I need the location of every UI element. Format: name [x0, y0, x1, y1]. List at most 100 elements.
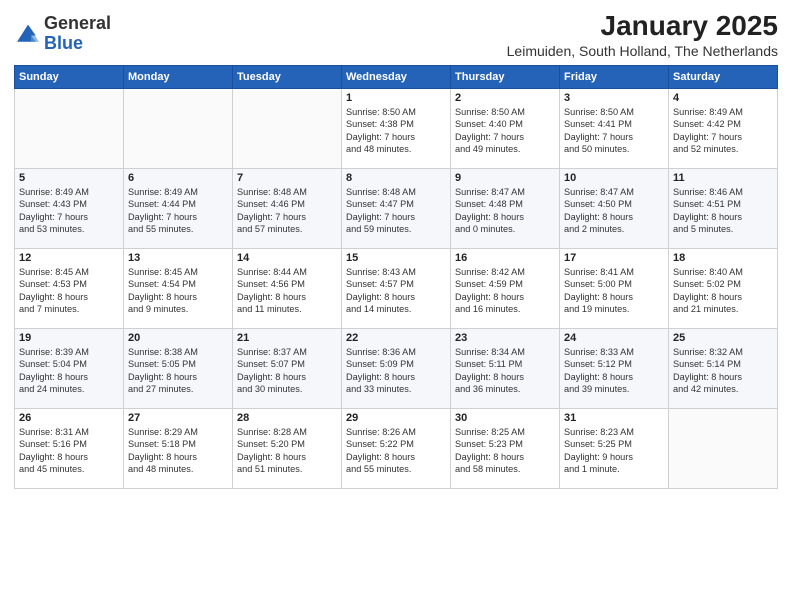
calendar-cell — [233, 89, 342, 169]
day-info: Sunrise: 8:49 AM Sunset: 4:43 PM Dayligh… — [19, 186, 119, 236]
day-number: 11 — [673, 172, 773, 184]
calendar-cell: 22 Sunrise: 8:36 AM Sunset: 5:09 PM Dayli… — [342, 329, 451, 409]
day-info: Sunrise: 8:48 AM Sunset: 4:47 PM Dayligh… — [346, 186, 446, 236]
day-info: Sunrise: 8:29 AM Sunset: 5:18 PM Dayligh… — [128, 426, 228, 476]
calendar-cell — [124, 89, 233, 169]
day-info: Sunrise: 8:50 AM Sunset: 4:40 PM Dayligh… — [455, 106, 555, 156]
day-number: 12 — [19, 252, 119, 264]
day-number: 15 — [346, 252, 446, 264]
calendar-cell: 19 Sunrise: 8:39 AM Sunset: 5:04 PM Dayli… — [15, 329, 124, 409]
calendar-cell: 14Sunrise: 8:44 AM Sunset: 4:56 PM Dayli… — [233, 249, 342, 329]
calendar-cell: 23 Sunrise: 8:34 AM Sunset: 5:11 PM Dayli… — [451, 329, 560, 409]
day-number: 7 — [237, 172, 337, 184]
day-number: 10 — [564, 172, 664, 184]
logo: General Blue — [14, 14, 111, 54]
logo-icon — [14, 20, 42, 48]
day-info: Sunrise: 8:50 AM Sunset: 4:41 PM Dayligh… — [564, 106, 664, 156]
day-info: Sunrise: 8:39 AM Sunset: 5:04 PM Dayligh… — [19, 346, 119, 396]
day-info: Sunrise: 8:34 AM Sunset: 5:11 PM Dayligh… — [455, 346, 555, 396]
day-info: Sunrise: 8:37 AM Sunset: 5:07 PM Dayligh… — [237, 346, 337, 396]
calendar-week-2: 5 Sunrise: 8:49 AM Sunset: 4:43 PM Daylig… — [15, 169, 778, 249]
day-number: 27 — [128, 412, 228, 424]
calendar-cell: 21 Sunrise: 8:37 AM Sunset: 5:07 PM Dayli… — [233, 329, 342, 409]
day-number: 13 — [128, 252, 228, 264]
calendar-table: SundayMondayTuesdayWednesdayThursdayFrid… — [14, 65, 778, 489]
day-info: Sunrise: 8:44 AM Sunset: 4:56 PM Dayligh… — [237, 266, 337, 316]
title-block: January 2025 Leimuiden, South Holland, T… — [507, 10, 778, 59]
day-number: 9 — [455, 172, 555, 184]
day-info: Sunrise: 8:41 AM Sunset: 5:00 PM Dayligh… — [564, 266, 664, 316]
calendar-week-4: 19 Sunrise: 8:39 AM Sunset: 5:04 PM Dayli… — [15, 329, 778, 409]
calendar-cell: 20Sunrise: 8:38 AM Sunset: 5:05 PM Dayli… — [124, 329, 233, 409]
day-info: Sunrise: 8:47 AM Sunset: 4:50 PM Dayligh… — [564, 186, 664, 236]
day-info: Sunrise: 8:26 AM Sunset: 5:22 PM Dayligh… — [346, 426, 446, 476]
day-info: Sunrise: 8:33 AM Sunset: 5:12 PM Dayligh… — [564, 346, 664, 396]
calendar-body: 1 Sunrise: 8:50 AM Sunset: 4:38 PM Daylig… — [15, 89, 778, 489]
day-info: Sunrise: 8:31 AM Sunset: 5:16 PM Dayligh… — [19, 426, 119, 476]
day-number: 29 — [346, 412, 446, 424]
calendar-cell: 10 Sunrise: 8:47 AM Sunset: 4:50 PM Dayli… — [560, 169, 669, 249]
day-info: Sunrise: 8:36 AM Sunset: 5:09 PM Dayligh… — [346, 346, 446, 396]
day-info: Sunrise: 8:45 AM Sunset: 4:53 PM Dayligh… — [19, 266, 119, 316]
day-number: 25 — [673, 332, 773, 344]
calendar-cell: 12 Sunrise: 8:45 AM Sunset: 4:53 PM Dayli… — [15, 249, 124, 329]
day-info: Sunrise: 8:43 AM Sunset: 4:57 PM Dayligh… — [346, 266, 446, 316]
day-number: 21 — [237, 332, 337, 344]
calendar-cell: 13 Sunrise: 8:45 AM Sunset: 4:54 PM Dayli… — [124, 249, 233, 329]
calendar-cell: 2 Sunrise: 8:50 AM Sunset: 4:40 PM Daylig… — [451, 89, 560, 169]
calendar-cell — [15, 89, 124, 169]
calendar-week-1: 1 Sunrise: 8:50 AM Sunset: 4:38 PM Daylig… — [15, 89, 778, 169]
calendar-cell: 24Sunrise: 8:33 AM Sunset: 5:12 PM Dayli… — [560, 329, 669, 409]
day-number: 19 — [19, 332, 119, 344]
day-info: Sunrise: 8:47 AM Sunset: 4:48 PM Dayligh… — [455, 186, 555, 236]
day-number: 23 — [455, 332, 555, 344]
calendar-cell: 30Sunrise: 8:25 AM Sunset: 5:23 PM Dayli… — [451, 409, 560, 489]
calendar-header: SundayMondayTuesdayWednesdayThursdayFrid… — [15, 66, 778, 89]
weekday-header-wednesday: Wednesday — [342, 66, 451, 89]
calendar-cell: 6 Sunrise: 8:49 AM Sunset: 4:44 PM Daylig… — [124, 169, 233, 249]
day-number: 31 — [564, 412, 664, 424]
day-number: 1 — [346, 92, 446, 104]
header: General Blue January 2025 Leimuiden, Sou… — [14, 10, 778, 59]
day-info: Sunrise: 8:46 AM Sunset: 4:51 PM Dayligh… — [673, 186, 773, 236]
calendar-cell: 4Sunrise: 8:49 AM Sunset: 4:42 PM Daylig… — [669, 89, 778, 169]
calendar-cell — [669, 409, 778, 489]
calendar-cell: 7Sunrise: 8:48 AM Sunset: 4:46 PM Daylig… — [233, 169, 342, 249]
calendar-cell: 9 Sunrise: 8:47 AM Sunset: 4:48 PM Daylig… — [451, 169, 560, 249]
calendar-cell: 5 Sunrise: 8:49 AM Sunset: 4:43 PM Daylig… — [15, 169, 124, 249]
day-info: Sunrise: 8:50 AM Sunset: 4:38 PM Dayligh… — [346, 106, 446, 156]
calendar-cell: 31 Sunrise: 8:23 AM Sunset: 5:25 PM Dayli… — [560, 409, 669, 489]
calendar-week-5: 26 Sunrise: 8:31 AM Sunset: 5:16 PM Dayli… — [15, 409, 778, 489]
weekday-header-friday: Friday — [560, 66, 669, 89]
day-info: Sunrise: 8:25 AM Sunset: 5:23 PM Dayligh… — [455, 426, 555, 476]
day-number: 22 — [346, 332, 446, 344]
day-number: 3 — [564, 92, 664, 104]
day-info: Sunrise: 8:40 AM Sunset: 5:02 PM Dayligh… — [673, 266, 773, 316]
calendar-cell: 11 Sunrise: 8:46 AM Sunset: 4:51 PM Dayli… — [669, 169, 778, 249]
page: General Blue January 2025 Leimuiden, Sou… — [0, 0, 792, 612]
calendar-cell: 17Sunrise: 8:41 AM Sunset: 5:00 PM Dayli… — [560, 249, 669, 329]
day-number: 16 — [455, 252, 555, 264]
day-number: 2 — [455, 92, 555, 104]
day-number: 6 — [128, 172, 228, 184]
weekday-header-monday: Monday — [124, 66, 233, 89]
calendar-cell: 15 Sunrise: 8:43 AM Sunset: 4:57 PM Dayli… — [342, 249, 451, 329]
calendar-cell: 8 Sunrise: 8:48 AM Sunset: 4:47 PM Daylig… — [342, 169, 451, 249]
logo-text: General Blue — [44, 14, 111, 54]
day-info: Sunrise: 8:42 AM Sunset: 4:59 PM Dayligh… — [455, 266, 555, 316]
calendar-week-3: 12 Sunrise: 8:45 AM Sunset: 4:53 PM Dayli… — [15, 249, 778, 329]
day-number: 8 — [346, 172, 446, 184]
calendar-cell: 18Sunrise: 8:40 AM Sunset: 5:02 PM Dayli… — [669, 249, 778, 329]
day-number: 26 — [19, 412, 119, 424]
day-number: 5 — [19, 172, 119, 184]
day-info: Sunrise: 8:23 AM Sunset: 5:25 PM Dayligh… — [564, 426, 664, 476]
day-number: 28 — [237, 412, 337, 424]
calendar-cell: 25Sunrise: 8:32 AM Sunset: 5:14 PM Dayli… — [669, 329, 778, 409]
calendar-cell: 28Sunrise: 8:28 AM Sunset: 5:20 PM Dayli… — [233, 409, 342, 489]
day-info: Sunrise: 8:45 AM Sunset: 4:54 PM Dayligh… — [128, 266, 228, 316]
weekday-header-tuesday: Tuesday — [233, 66, 342, 89]
calendar-cell: 16 Sunrise: 8:42 AM Sunset: 4:59 PM Dayli… — [451, 249, 560, 329]
day-number: 4 — [673, 92, 773, 104]
day-info: Sunrise: 8:49 AM Sunset: 4:44 PM Dayligh… — [128, 186, 228, 236]
calendar-cell: 3 Sunrise: 8:50 AM Sunset: 4:41 PM Daylig… — [560, 89, 669, 169]
